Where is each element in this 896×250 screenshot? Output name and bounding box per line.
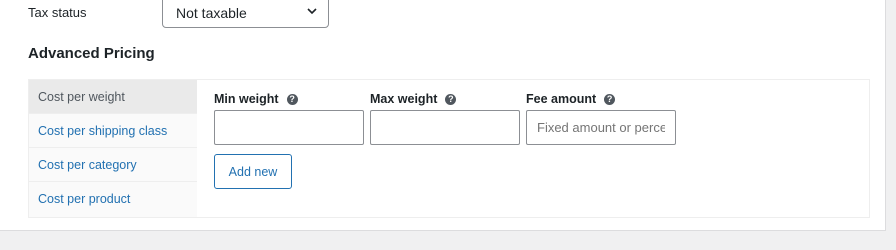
- tab-cost-per-weight[interactable]: Cost per weight: [29, 80, 197, 114]
- help-icon[interactable]: ?: [286, 93, 298, 105]
- min-weight-label: Min weight: [214, 92, 279, 106]
- tax-status-label: Tax status: [28, 5, 87, 20]
- fee-amount-header: Fee amount ?: [526, 92, 616, 106]
- help-icon[interactable]: ?: [604, 93, 616, 105]
- max-weight-header: Max weight ?: [370, 92, 457, 106]
- min-weight-header: Min weight ?: [214, 92, 298, 106]
- tax-status-value: Not taxable: [176, 5, 247, 21]
- add-new-button[interactable]: Add new: [214, 154, 292, 189]
- fee-amount-label: Fee amount: [526, 92, 597, 106]
- min-weight-input[interactable]: [214, 110, 364, 145]
- tab-cost-per-shipping-class[interactable]: Cost per shipping class: [29, 114, 197, 148]
- max-weight-label: Max weight: [370, 92, 438, 106]
- tab-cost-per-category[interactable]: Cost per category: [29, 148, 197, 182]
- fee-amount-input[interactable]: [526, 110, 676, 145]
- max-weight-input[interactable]: [370, 110, 520, 145]
- pricing-tabs: Cost per weight Cost per shipping class …: [29, 80, 197, 217]
- chevron-down-icon: [307, 8, 317, 15]
- advanced-pricing-box: Cost per weight Cost per shipping class …: [28, 79, 870, 218]
- advanced-pricing-title: Advanced Pricing: [28, 45, 155, 62]
- help-icon[interactable]: ?: [445, 93, 457, 105]
- tab-cost-per-product[interactable]: Cost per product: [29, 182, 197, 216]
- tax-status-select[interactable]: Not taxable: [162, 0, 329, 28]
- shipping-method-panel: Tax status Not taxable Advanced Pricing …: [0, 0, 886, 231]
